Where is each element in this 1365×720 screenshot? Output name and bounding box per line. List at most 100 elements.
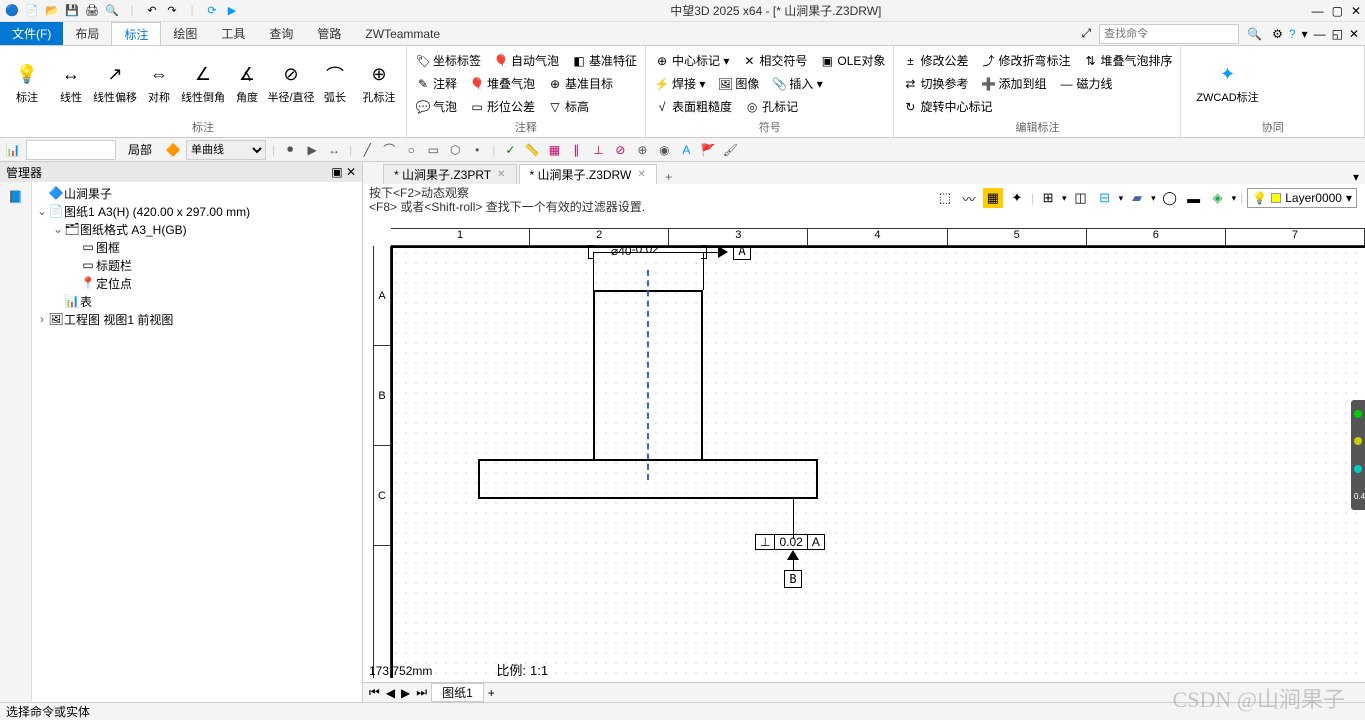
tree-node[interactable]: ⌄📄图纸1 A3(H) (420.00 x 297.00 mm) [32, 202, 362, 220]
ribbon-btn[interactable]: ▣OLE对象 [817, 50, 887, 72]
ribbon-btn[interactable]: ⌒弧长 [314, 61, 356, 107]
redo-icon[interactable]: ↷ [164, 3, 180, 19]
maximize-icon[interactable]: ▢ [1332, 4, 1343, 18]
help-icon[interactable]: ? [1289, 27, 1296, 41]
vt-cube-icon[interactable]: ▦ [983, 188, 1003, 208]
tb-text-icon[interactable]: A [677, 141, 695, 159]
menu-tab-pipe[interactable]: 管路 [305, 22, 353, 45]
ribbon-btn[interactable]: ▭形位公差 [467, 96, 537, 118]
ribbon-btn[interactable]: ⊘半径/直径 [270, 61, 312, 107]
tree-node[interactable]: 📍定位点 [32, 274, 362, 292]
ribbon-btn[interactable]: ◧基准特征 [569, 50, 639, 72]
vt-grid-icon[interactable]: ⊞ [1038, 188, 1058, 208]
menu-tab-tools[interactable]: 工具 [209, 22, 257, 45]
ribbon-btn[interactable]: 💡标注 [6, 61, 48, 107]
tb-line-icon[interactable]: ╱ [358, 141, 376, 159]
tb-arc-icon[interactable]: ⌒ [380, 141, 398, 159]
ribbon-btn[interactable]: 💬气泡 [413, 96, 459, 118]
pin-icon[interactable]: ▣ [331, 165, 342, 179]
print-icon[interactable]: 🖨 [84, 3, 100, 19]
tb-flag-icon[interactable]: 🚩 [699, 141, 717, 159]
tab-close-icon[interactable]: ✕ [497, 169, 505, 180]
ribbon-btn[interactable]: √表面粗糙度 [652, 96, 734, 118]
ribbon-btn[interactable]: ⇔对称 [138, 61, 180, 107]
tb-ruler-icon[interactable]: 📏 [523, 141, 541, 159]
sheet-first-icon[interactable]: ⏮ [367, 685, 382, 700]
tree-node[interactable]: ⌄🗂图纸格式 A3_H(GB) [32, 220, 362, 238]
ribbon-btn[interactable]: ▽标高 [545, 96, 591, 118]
vt-lasso-icon[interactable]: 〰 [959, 188, 979, 208]
ribbon-btn[interactable]: ±修改公差 [900, 50, 970, 72]
ribbon-btn[interactable]: ⊕中心标记 ▾ [652, 50, 731, 72]
vt-align-icon[interactable]: ⊟ [1095, 188, 1115, 208]
ribbon-btn[interactable]: —磁力线 [1056, 73, 1114, 95]
ribbon-btn[interactable]: ∠线性倒角 [182, 61, 224, 107]
vt-snap-icon[interactable]: ◫ [1071, 188, 1091, 208]
sheet-last-icon[interactable]: ⏭ [414, 685, 429, 700]
sheet-add-icon[interactable]: + [486, 686, 497, 700]
ribbon-btn[interactable]: 🏷坐标标签 [413, 50, 483, 72]
doctab-drw[interactable]: * 山涧果子.Z3DRW✕ [519, 164, 657, 184]
sheet-next-icon[interactable]: ▶ [399, 686, 412, 700]
new-tab-button[interactable]: + [659, 170, 679, 184]
ribbon-btn[interactable]: ⊕孔标注 [358, 61, 400, 107]
ribbon-btn[interactable]: 🖼图像 [715, 73, 761, 95]
play-icon[interactable]: ▶ [224, 3, 240, 19]
sheet-prev-icon[interactable]: ◀ [384, 686, 397, 700]
tb-brush-icon[interactable]: 🖌 [721, 141, 739, 159]
ribbon-btn[interactable]: ◎孔标记 [742, 96, 800, 118]
ribbon-btn[interactable]: ✎注释 [413, 73, 459, 95]
tb-tan-icon[interactable]: ⊘ [611, 141, 629, 159]
tb-point-icon[interactable]: • [468, 141, 486, 159]
menu-tab-zwteammate[interactable]: ZWTeammate [353, 22, 452, 45]
sheet-tab[interactable]: 图纸1 [431, 683, 484, 702]
drawing-canvas[interactable]: 1234567 ABC ⌀40+0.02-0.02 A ⊥0.02 [363, 184, 1365, 702]
restore-icon[interactable]: ◱ [1332, 27, 1343, 41]
layer-icon[interactable]: 🔶 [164, 141, 182, 159]
ribbon-btn[interactable]: ∡角度 [226, 61, 268, 107]
ribbon-btn[interactable]: ➕添加到组 [978, 73, 1048, 95]
print-preview-icon[interactable]: 🔍 [104, 3, 120, 19]
vt-wire-icon[interactable]: ◯ [1160, 188, 1180, 208]
menu-tab-layout[interactable]: 布局 [63, 22, 111, 45]
tree-node[interactable]: 📊表 [32, 292, 362, 310]
vt-select-icon[interactable]: ⬚ [935, 188, 955, 208]
tree-node[interactable]: ▭标题栏 [32, 256, 362, 274]
ribbon-btn[interactable]: ⇅堆叠气泡排序 [1080, 50, 1174, 72]
ribbon-btn[interactable]: ⚡焊接 ▾ [652, 73, 707, 95]
model-tree[interactable]: 🔷山涧果子⌄📄图纸1 A3(H) (420.00 x 297.00 mm)⌄🗂图… [32, 182, 362, 702]
minimize-icon[interactable]: — [1312, 4, 1324, 18]
settings-icon[interactable]: ⚙ [1272, 27, 1283, 41]
search-icon[interactable]: 🔍 [1243, 27, 1266, 41]
ribbon-btn[interactable]: 🎈自动气泡 [491, 50, 561, 72]
vt-shade-icon[interactable]: ▰ [1127, 188, 1147, 208]
vt-axis-icon[interactable]: ✦ [1007, 188, 1027, 208]
ribbon-btn[interactable]: ⇄切换参考 [900, 73, 970, 95]
menu-tab-query[interactable]: 查询 [257, 22, 305, 45]
tb-rec-icon[interactable]: ⏺ [281, 141, 299, 159]
open-icon[interactable]: 📂 [44, 3, 60, 19]
filter-icon[interactable]: 📊 [4, 141, 22, 159]
curve-select[interactable]: 单曲线 [186, 140, 266, 160]
undo-icon[interactable]: ↶ [144, 3, 160, 19]
min2-icon[interactable]: — [1314, 27, 1326, 41]
tree-node[interactable]: ▭图框 [32, 238, 362, 256]
ribbon-btn[interactable]: 📎插入 ▾ [769, 73, 824, 95]
manager-mode-icon[interactable]: 📘 [0, 186, 31, 208]
tb-dim-icon[interactable]: ↔ [325, 141, 343, 159]
tb-circle-icon[interactable]: ○ [402, 141, 420, 159]
tb-poly-icon[interactable]: ⬡ [446, 141, 464, 159]
new-icon[interactable]: 📄 [24, 3, 40, 19]
vt-solid-icon[interactable]: ▬ [1184, 188, 1204, 208]
ribbon-btn[interactable]: ⊕基准目标 [545, 73, 615, 95]
file-menu[interactable]: 文件(F) [0, 22, 63, 45]
ribbon-btn[interactable]: ↔线性 [50, 61, 92, 107]
tabs-dropdown-icon[interactable]: ▾ [1347, 170, 1365, 184]
tree-node[interactable]: 🔷山涧果子 [32, 184, 362, 202]
vt-layer-icon[interactable]: ◈ [1208, 188, 1228, 208]
ribbon-btn[interactable]: ↗线性偏移 [94, 61, 136, 107]
panel-close-icon[interactable]: ✕ [346, 165, 356, 179]
layer-dropdown[interactable]: 💡 Layer0000 ▾ [1247, 188, 1357, 208]
close2-icon[interactable]: ✕ [1349, 27, 1359, 41]
tb-grid-icon[interactable]: ▦ [545, 141, 563, 159]
